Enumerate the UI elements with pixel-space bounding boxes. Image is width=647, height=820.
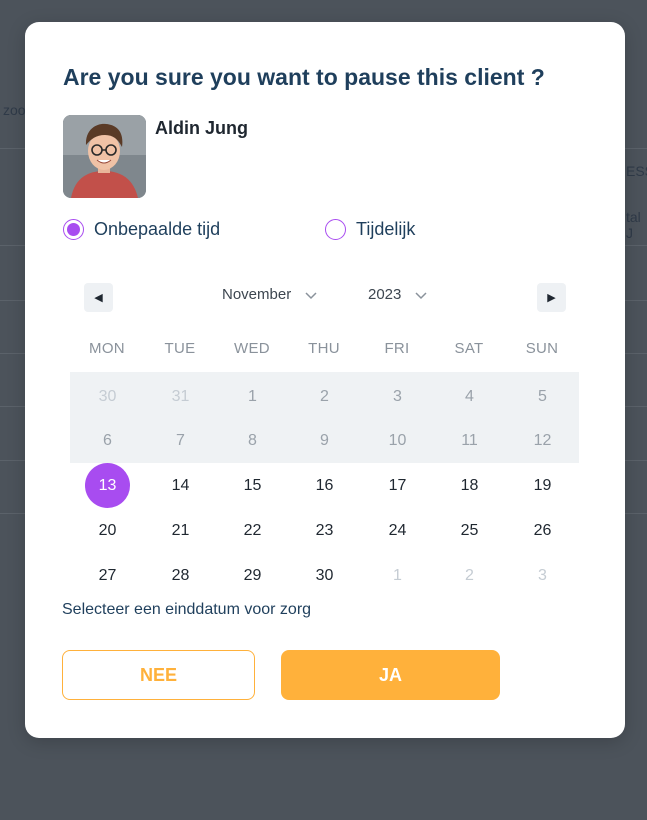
month-value: November [222,286,292,303]
caret-right-icon: ▶ [547,292,556,304]
calendar-day[interactable]: 7 [158,418,203,463]
calendar-day[interactable]: 20 [85,508,130,553]
avatar [63,115,146,198]
calendar-day[interactable]: 12 [520,418,565,463]
weekday-header: SUN [525,340,559,357]
calendar-day[interactable]: 27 [85,553,130,598]
calendar-day[interactable]: 9 [302,418,347,463]
calendar-day[interactable]: 11 [447,418,492,463]
calendar-day[interactable]: 6 [85,418,130,463]
calendar-day[interactable]: 15 [230,463,275,508]
weekday-header: MON [89,340,125,357]
calendar-day[interactable]: 14 [158,463,203,508]
calendar-day[interactable]: 18 [447,463,492,508]
weekday-header: TUE [164,340,196,357]
calendar-day[interactable]: 19 [520,463,565,508]
weekday-header: WED [234,340,270,357]
calendar-day: 31 [171,387,190,405]
calendar-day[interactable]: 25 [447,508,492,553]
weekday-header: THU [308,340,340,357]
calendar-day[interactable]: 30 [302,553,347,598]
calendar-day: 3 [538,566,547,584]
option-indefinite[interactable]: Onbepaalde tijd [63,219,220,240]
radio-unchecked-icon[interactable] [325,219,346,240]
calendar-day[interactable]: 29 [230,553,275,598]
end-date-hint: Selecteer een einddatum voor zorg [62,601,312,618]
client-name: Aldin Jung [155,118,248,138]
calendar-day[interactable]: 21 [158,508,203,553]
calendar-day[interactable]: 1 [230,374,275,419]
next-month-button[interactable]: ▶ [537,283,566,312]
calendar-day[interactable]: 8 [230,418,275,463]
calendar-day[interactable]: 4 [447,374,492,419]
weekday-header: SAT [454,340,484,357]
year-value: 2023 [368,286,402,303]
caret-left-icon: ◀ [94,292,103,304]
calendar-day-selected[interactable]: 13 [85,463,130,508]
bg-right-cell: tal J [626,209,641,241]
calendar-day[interactable]: 22 [230,508,275,553]
pause-client-dialog: Are you sure you want to pause this clie… [25,22,625,738]
option-temporary-label: Tijdelijk [356,219,416,239]
dialog-title: Are you sure you want to pause this clie… [63,64,545,90]
no-button[interactable]: NEE [62,650,255,700]
calendar-day[interactable]: 17 [375,463,420,508]
year-select[interactable]: 2023 [368,286,427,303]
calendar-day[interactable]: 10 [375,418,420,463]
month-select[interactable]: November [222,286,317,303]
yes-button[interactable]: JA [281,650,500,700]
option-temporary[interactable]: Tijdelijk [325,219,415,240]
bg-left-text: zoo [3,102,26,118]
radio-checked-icon[interactable] [63,219,84,240]
bg-right-header: ESS [626,163,647,179]
calendar-day: 30 [98,387,117,405]
calendar-day[interactable]: 16 [302,463,347,508]
calendar-day[interactable]: 3 [375,374,420,419]
calendar-day: 1 [393,566,402,584]
chevron-down-icon [305,291,317,299]
prev-month-button[interactable]: ◀ [84,283,113,312]
calendar-day[interactable]: 23 [302,508,347,553]
calendar-day: 2 [465,566,474,584]
chevron-down-icon [415,291,427,299]
calendar-day[interactable]: 26 [520,508,565,553]
weekday-header: FRI [384,340,410,357]
option-indefinite-label: Onbepaalde tijd [94,219,221,239]
calendar-day[interactable]: 28 [158,553,203,598]
calendar-day[interactable]: 2 [302,374,347,419]
calendar-day[interactable]: 5 [520,374,565,419]
calendar-day[interactable]: 24 [375,508,420,553]
